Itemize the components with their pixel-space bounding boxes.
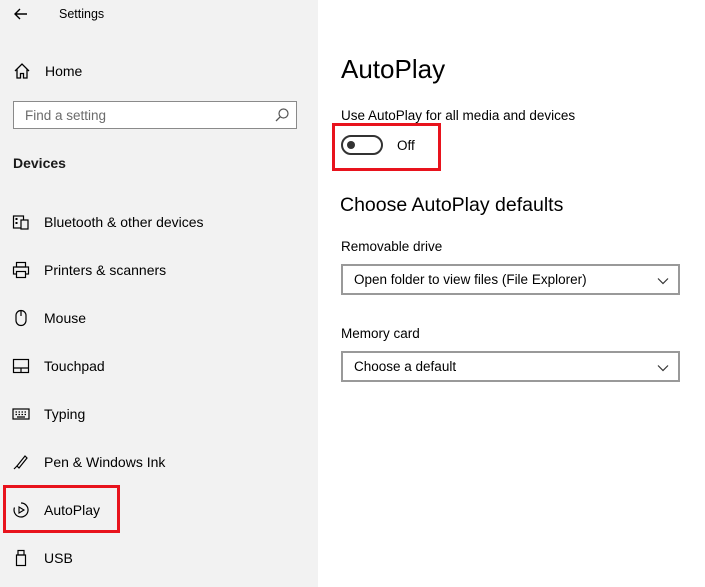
sidebar-item-pen[interactable]: Pen & Windows Ink [0,444,318,480]
chevron-down-icon [657,274,669,286]
printer-icon [12,261,30,279]
section-heading-devices: Devices [13,155,66,171]
home-icon [13,62,31,80]
pen-icon [12,453,30,471]
sidebar-item-home[interactable]: Home [0,56,318,86]
page-title: AutoPlay [341,54,446,84]
highlight-box-autoplay [3,485,120,533]
sidebar-item-label: Printers & scanners [44,262,167,278]
memory-card-select[interactable]: Choose a default [341,351,680,382]
sidebar-item-label: Mouse [44,310,87,326]
sidebar-item-label: Typing [44,406,86,422]
search-icon[interactable] [274,107,290,123]
highlight-box-toggle [332,123,441,171]
select-value: Open folder to view files (File Explorer… [354,272,587,287]
sidebar-item-touchpad[interactable]: Touchpad [0,348,318,384]
sidebar-item-label: Home [45,63,83,79]
sidebar-item-label: Pen & Windows Ink [44,454,166,470]
section-heading-defaults: Choose AutoPlay defaults [340,194,564,216]
search-input[interactable]: Find a setting [13,101,297,129]
sidebar-item-typing[interactable]: Typing [0,396,318,432]
sidebar-item-label: Touchpad [44,358,105,374]
search-placeholder: Find a setting [25,108,107,123]
removable-drive-select[interactable]: Open folder to view files (File Explorer… [341,264,680,295]
select-value: Choose a default [354,359,457,374]
keyboard-icon [12,405,30,423]
sidebar-item-label: Bluetooth & other devices [44,214,204,230]
bluetooth-devices-icon [12,213,30,231]
memory-card-label: Memory card [341,326,420,341]
usb-icon [12,549,30,567]
title-bar: Settings [0,0,318,30]
touchpad-icon [12,357,30,375]
app-title: Settings [59,7,105,21]
sidebar-item-usb[interactable]: USB [0,540,318,576]
chevron-down-icon [657,361,669,373]
back-arrow-icon[interactable] [11,4,31,24]
removable-drive-label: Removable drive [341,239,443,254]
mouse-icon [12,309,30,327]
sidebar: Settings Home Find a setting Devices Blu… [0,0,318,587]
sidebar-item-mouse[interactable]: Mouse [0,300,318,336]
sidebar-item-bluetooth[interactable]: Bluetooth & other devices [0,204,318,240]
autoplay-toggle-label: Use AutoPlay for all media and devices [341,108,576,123]
sidebar-item-label: USB [44,550,73,566]
sidebar-item-printers[interactable]: Printers & scanners [0,252,318,288]
